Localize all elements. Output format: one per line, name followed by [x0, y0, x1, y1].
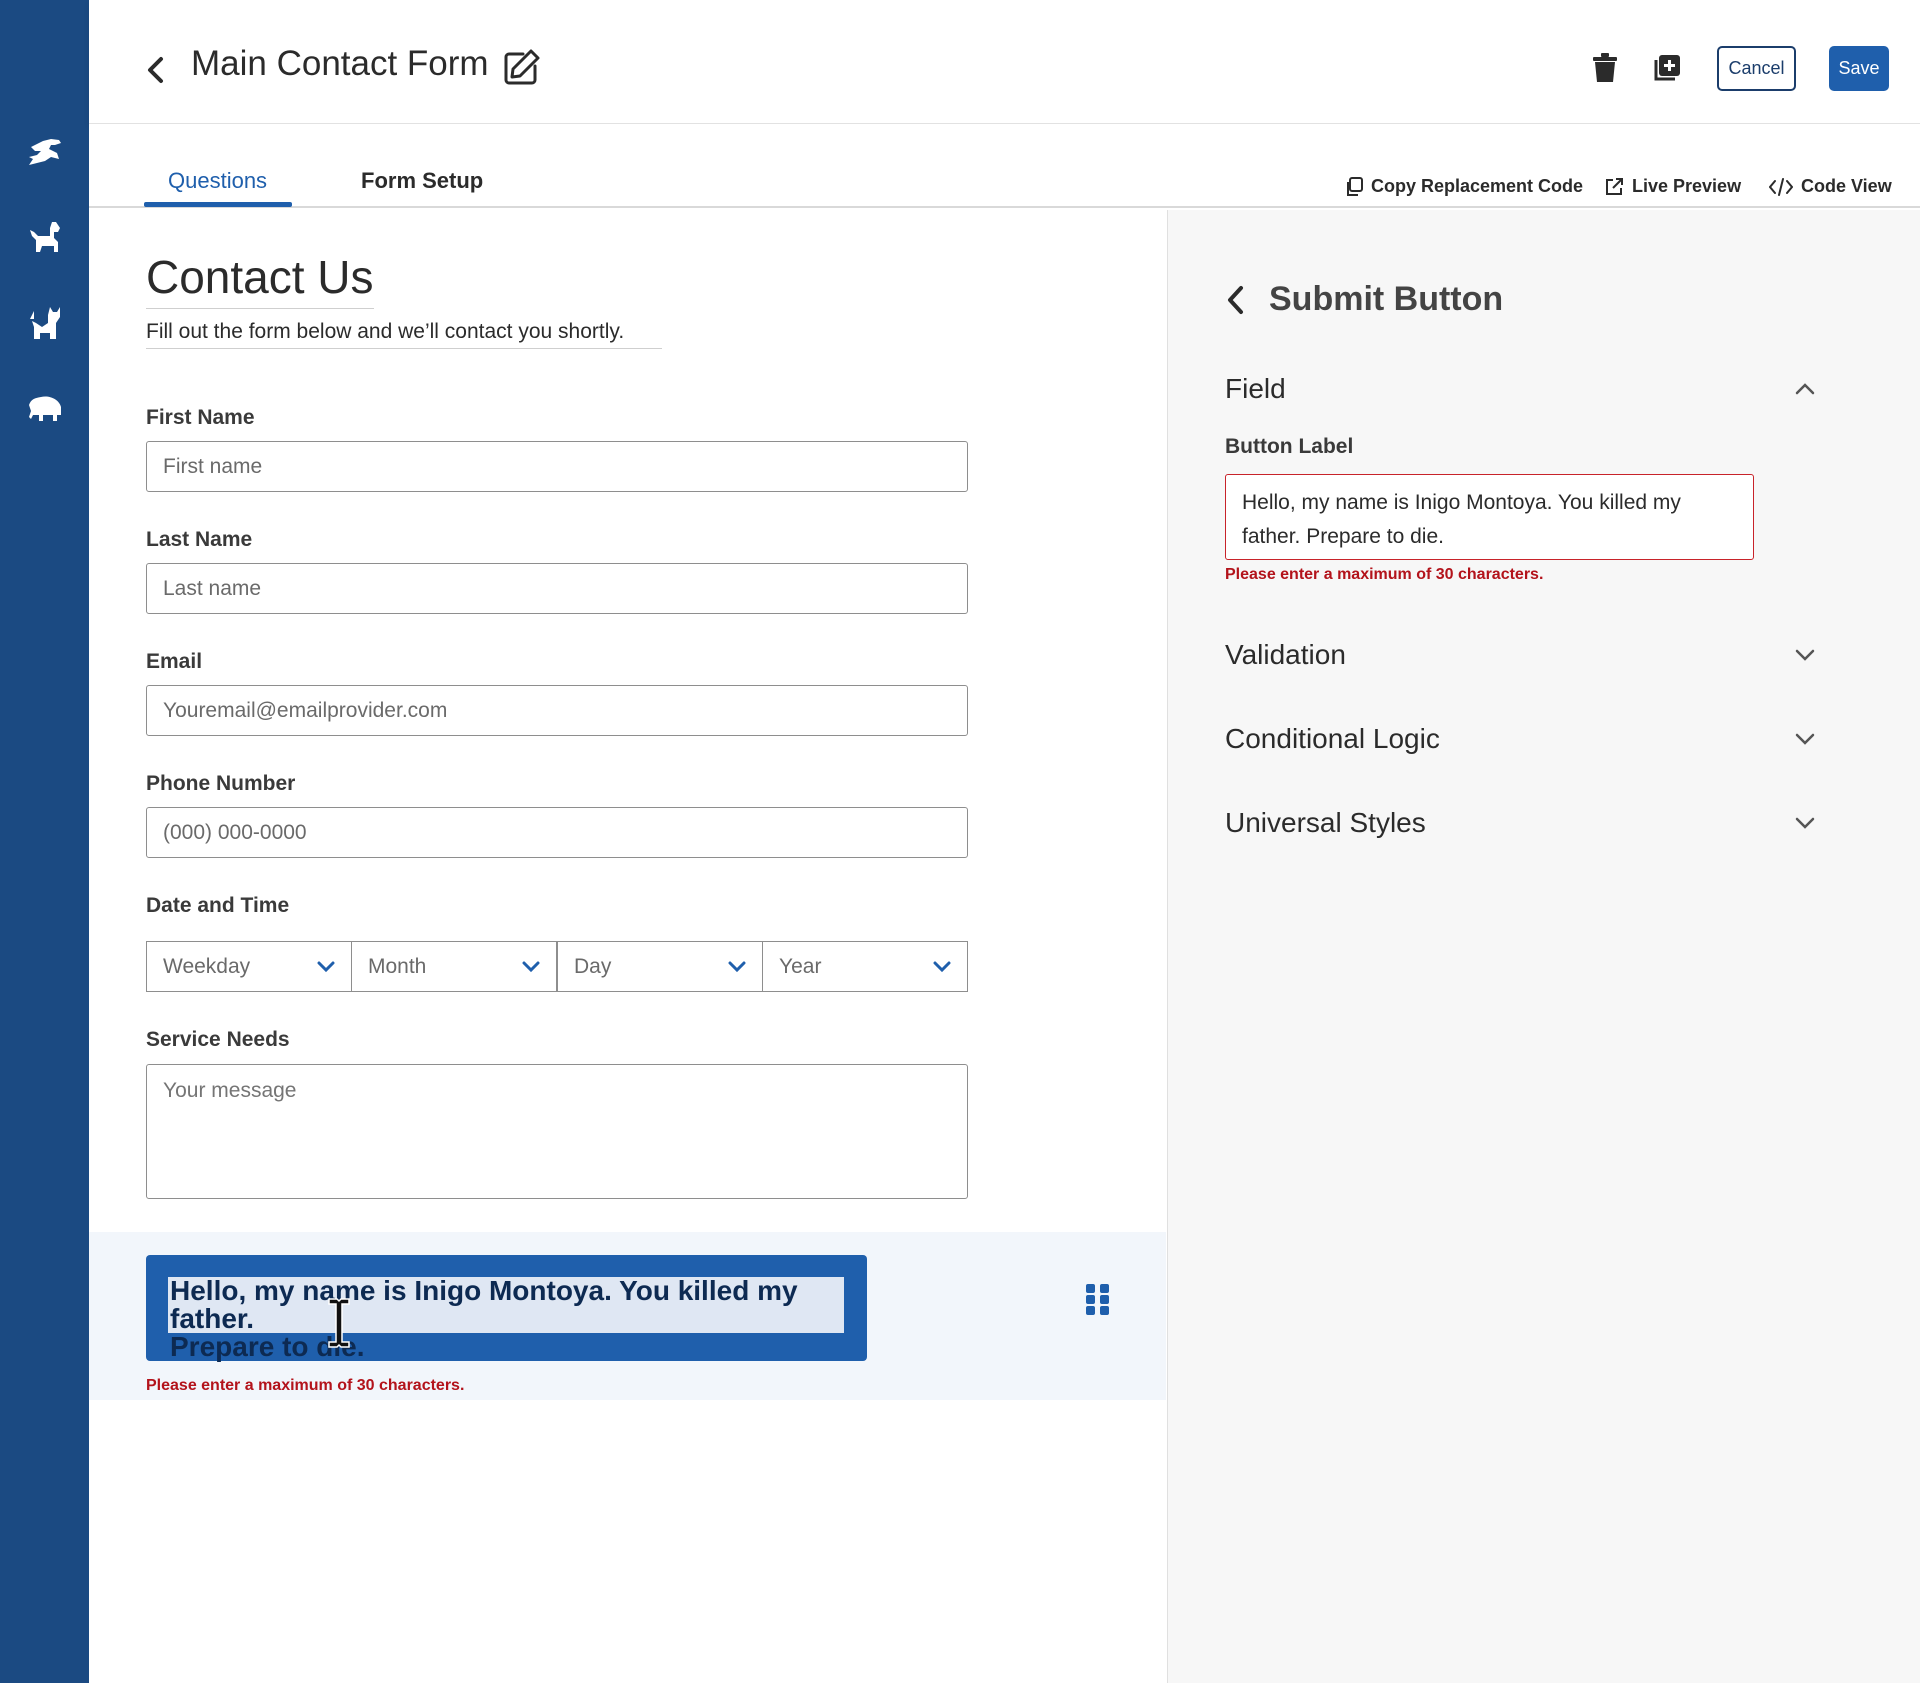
last-name-label: Last Name	[146, 528, 253, 551]
save-button[interactable]: Save	[1829, 46, 1889, 91]
section-field[interactable]: Field	[1225, 364, 1815, 414]
chevron-down-icon	[1795, 817, 1815, 829]
button-label-label: Button Label	[1225, 435, 1354, 458]
panel-back-button[interactable]	[1224, 284, 1246, 316]
drag-handle-icon[interactable]	[1084, 1282, 1112, 1316]
date-time-label: Date and Time	[146, 894, 290, 917]
chevron-down-icon	[1795, 733, 1815, 745]
panel-title: Submit Button	[1269, 280, 1504, 318]
chevron-down-icon	[317, 961, 335, 972]
chevron-down-icon	[728, 961, 746, 972]
service-needs-textarea[interactable]	[146, 1064, 968, 1199]
tab-form-setup[interactable]: Form Setup	[361, 168, 483, 194]
first-name-input[interactable]	[146, 441, 968, 492]
copy-replacement-code-button[interactable]: Copy Replacement Code	[1345, 176, 1583, 197]
form-title: Main Contact Form	[191, 44, 489, 83]
section-validation-label: Validation	[1225, 639, 1346, 670]
submit-button-editor: Hello, my name is Inigo Montoya. You kil…	[89, 1232, 1166, 1400]
tab-bar: Questions Form Setup Copy Replacement Co…	[89, 124, 1920, 208]
code-view-button[interactable]: Code View	[1769, 176, 1892, 197]
top-bar: Main Contact Form Cancel Save	[89, 0, 1920, 124]
weekday-select-value: Weekday	[163, 954, 251, 978]
button-label-error: Please enter a maximum of 30 characters.	[1225, 566, 1544, 583]
button-label-input[interactable]: Hello, my name is Inigo Montoya. You kil…	[1225, 474, 1754, 560]
phone-input[interactable]	[146, 807, 968, 858]
day-select[interactable]: Day	[557, 941, 763, 992]
dinosaur-icon[interactable]	[22, 128, 68, 174]
chevron-left-icon	[148, 57, 163, 83]
code-view-label: Code View	[1801, 176, 1892, 196]
email-input[interactable]	[146, 685, 968, 736]
month-select[interactable]: Month	[351, 941, 557, 992]
button-label-line-2: father. Prepare to die.	[1242, 525, 1444, 548]
back-button[interactable]	[141, 50, 169, 90]
dog-icon[interactable]	[22, 214, 68, 260]
first-name-label: First Name	[146, 406, 255, 429]
submit-label-line-2: Prepare to die.	[170, 1331, 365, 1362]
submit-button-label-editable[interactable]: Hello, my name is Inigo Montoya. You kil…	[168, 1275, 844, 1361]
service-needs-label: Service Needs	[146, 1028, 290, 1051]
form-description[interactable]: Fill out the form below and we’ll contac…	[146, 320, 662, 349]
chevron-down-icon	[933, 961, 951, 972]
chevron-left-icon	[1228, 286, 1243, 314]
duplicate-icon[interactable]	[1652, 53, 1682, 83]
section-conditional-logic-label: Conditional Logic	[1225, 723, 1440, 754]
edit-icon[interactable]	[501, 48, 541, 88]
tab-questions[interactable]: Questions	[168, 168, 267, 194]
elephant-icon[interactable]	[22, 386, 68, 432]
submit-button-preview[interactable]: Hello, my name is Inigo Montoya. You kil…	[146, 1255, 867, 1361]
section-field-label: Field	[1225, 373, 1286, 404]
year-select-value: Year	[779, 954, 822, 978]
chevron-up-icon	[1795, 383, 1815, 395]
day-select-value: Day	[574, 954, 612, 978]
text-cursor-icon	[328, 1298, 350, 1348]
left-rail	[0, 0, 89, 1683]
submit-error-message: Please enter a maximum of 30 characters.	[146, 1377, 465, 1394]
year-select[interactable]: Year	[762, 941, 968, 992]
cat-icon[interactable]	[22, 300, 68, 346]
section-universal-styles-label: Universal Styles	[1225, 807, 1426, 838]
phone-label: Phone Number	[146, 772, 296, 795]
code-icon	[1769, 177, 1793, 196]
form-heading[interactable]: Contact Us	[146, 250, 374, 309]
email-label: Email	[146, 650, 203, 673]
copy-replacement-code-label: Copy Replacement Code	[1371, 176, 1584, 196]
weekday-select[interactable]: Weekday	[146, 941, 352, 992]
month-select-value: Month	[368, 954, 427, 978]
active-tab-indicator	[144, 202, 292, 207]
chevron-down-icon	[522, 961, 540, 972]
trash-icon[interactable]	[1591, 52, 1619, 84]
live-preview-label: Live Preview	[1632, 176, 1742, 196]
external-link-icon	[1606, 177, 1623, 195]
last-name-input[interactable]	[146, 563, 968, 614]
section-conditional-logic[interactable]: Conditional Logic	[1225, 714, 1815, 764]
button-label-line-1: Hello, my name is Inigo Montoya. You kil…	[1242, 491, 1681, 514]
live-preview-button[interactable]: Live Preview	[1604, 176, 1741, 197]
submit-label-line-1: Hello, my name is Inigo Montoya. You kil…	[170, 1275, 798, 1334]
chevron-down-icon	[1795, 649, 1815, 661]
copy-icon	[1347, 176, 1363, 196]
section-validation[interactable]: Validation	[1225, 630, 1815, 680]
form-canvas: Contact Us Fill out the form below and w…	[89, 210, 1166, 1683]
cancel-button[interactable]: Cancel	[1717, 46, 1796, 91]
section-universal-styles[interactable]: Universal Styles	[1225, 798, 1815, 848]
properties-panel: Submit Button Field Button Label Hello, …	[1167, 210, 1920, 1683]
